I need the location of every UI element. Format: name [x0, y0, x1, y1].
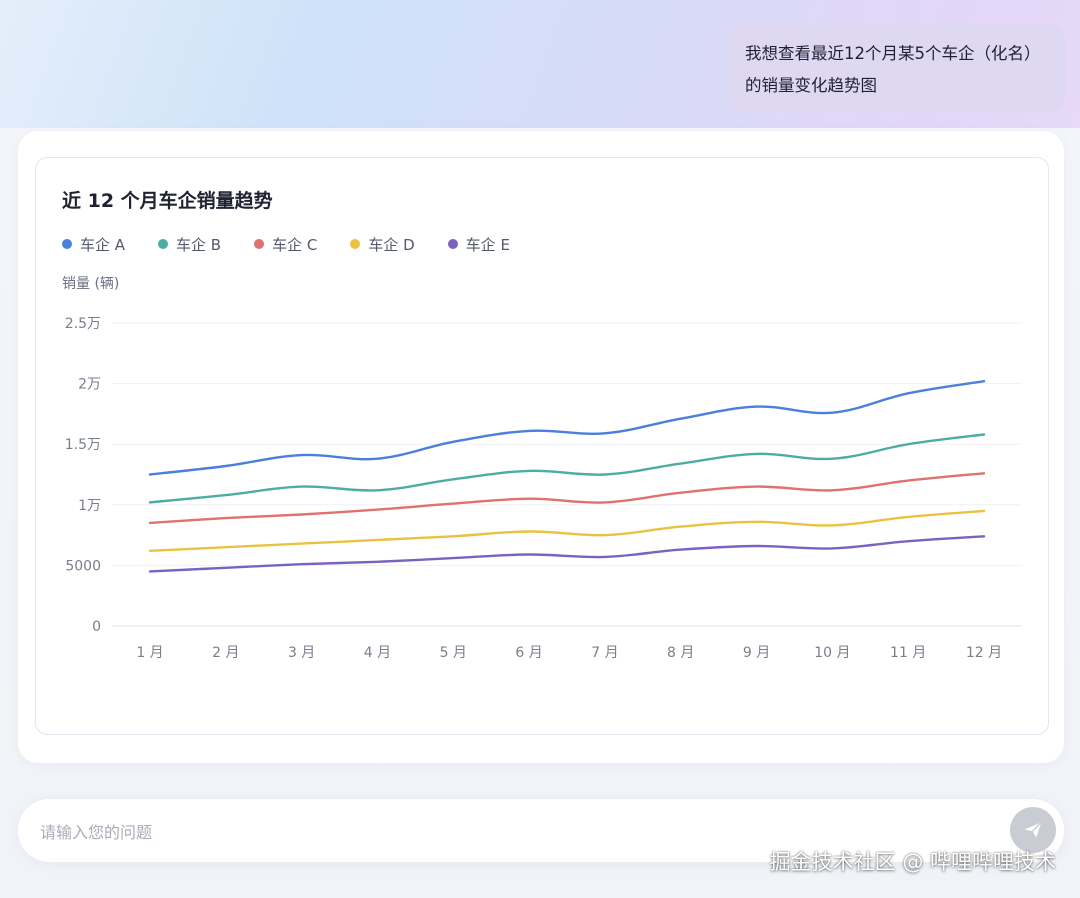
y-tick-label: 1.5万: [65, 437, 101, 453]
x-tick-label: 8 月: [667, 645, 694, 661]
x-tick-label: 6 月: [515, 645, 542, 661]
x-tick-label: 7 月: [591, 645, 618, 661]
series-line[interactable]: [148, 472, 986, 525]
line-chart: 0 5000 1万 1.5万 2万 2.5万 1 月 2 月 3 月 4 月 5 月 6 月 7 月 8 …: [65, 316, 1022, 661]
question-input[interactable]: [38, 817, 942, 847]
x-tick-label: 12 月: [966, 645, 1002, 661]
y-tick-label: 0: [92, 619, 101, 635]
x-tick-label: 2 月: [212, 645, 239, 661]
y-tick-label: 2万: [78, 377, 101, 393]
y-tick-label: 2.5万: [65, 316, 101, 332]
x-tick-label: 3 月: [288, 645, 315, 661]
y-tick-label: 5000: [65, 558, 101, 574]
x-tick-label: 4 月: [364, 645, 391, 661]
x-tick-label: 11 月: [890, 645, 926, 661]
y-tick-label: 1万: [78, 498, 101, 514]
send-icon: [1024, 821, 1042, 838]
x-tick-label: 10 月: [814, 645, 850, 661]
watermark: 掘金技术社区 @ 哔哩哔哩技术: [769, 850, 1056, 874]
x-tick-label: 5 月: [440, 645, 467, 661]
x-tick-label: 1 月: [136, 645, 163, 661]
x-tick-label: 9 月: [743, 645, 770, 661]
series-line[interactable]: [148, 535, 986, 573]
series-line[interactable]: [148, 380, 986, 476]
